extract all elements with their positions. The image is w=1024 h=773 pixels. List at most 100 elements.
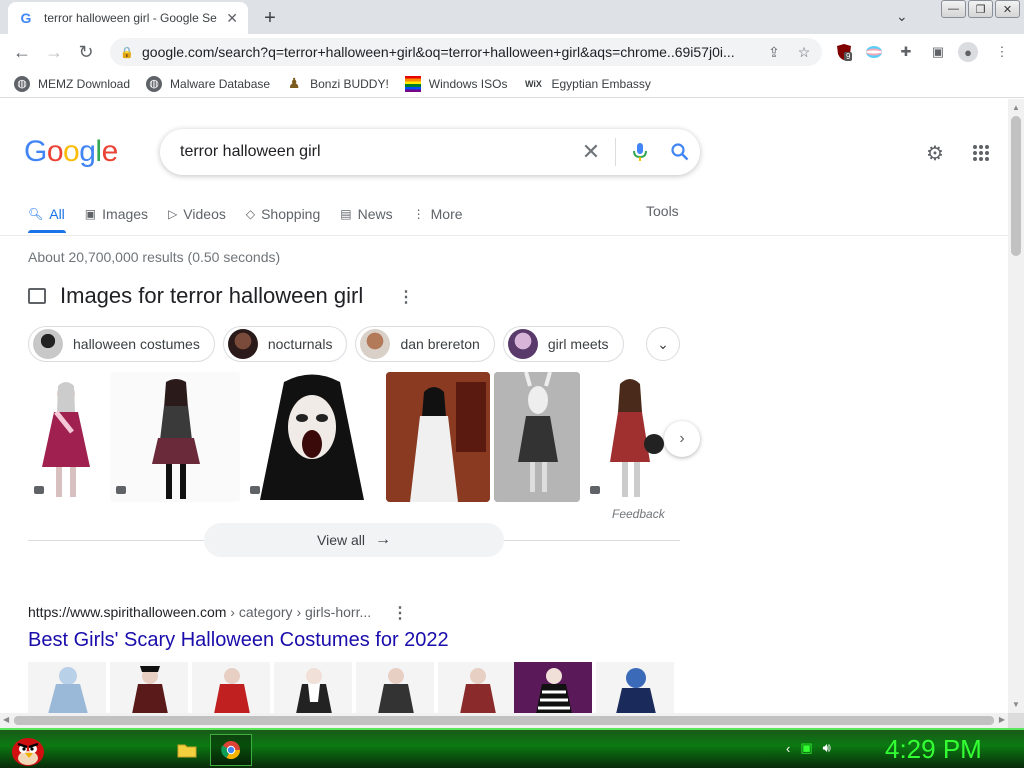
tab-images[interactable]: ▣ Images <box>85 203 148 225</box>
close-tab-icon[interactable]: ✕ <box>226 10 238 27</box>
result-image[interactable] <box>274 662 352 713</box>
result-image[interactable] <box>192 662 270 713</box>
microphone-icon[interactable] <box>620 132 660 172</box>
search-input[interactable]: terror halloween girl <box>180 143 571 161</box>
minimize-button[interactable]: — <box>941 0 966 18</box>
result-title-link[interactable]: Best Girls' Scary Halloween Costumes for… <box>28 629 449 652</box>
search-icon[interactable] <box>660 132 700 172</box>
horizontal-scrollbar[interactable]: ◀ ▶ <box>0 713 1008 728</box>
image-icon: ▣ <box>84 207 97 221</box>
share-icon[interactable]: ⇪ <box>762 44 786 61</box>
chip-girl-meets[interactable]: girl meets <box>502 326 624 362</box>
taskbar-clock[interactable]: 4:29 PM <box>885 734 982 765</box>
bookmark-windows-isos[interactable]: Windows ISOs <box>404 75 508 92</box>
result-options-icon[interactable]: ⋮ <box>392 603 408 623</box>
chip-nocturnals[interactable]: nocturnals <box>222 326 348 362</box>
menu-kebab-icon[interactable]: ⋮ <box>992 42 1012 62</box>
image-icon <box>28 288 46 304</box>
image-result[interactable] <box>28 372 106 502</box>
ublock-extension-icon[interactable]: 9 <box>834 42 854 62</box>
taskbar: ‹ ▣ 🔊︎ 4:29 PM <box>0 728 1024 768</box>
tab-more[interactable]: ⋮ More <box>413 203 463 225</box>
result-image[interactable] <box>28 662 106 713</box>
show-hidden-icons-chevron[interactable]: ‹ <box>786 741 790 756</box>
bookmark-memz[interactable]: ◍ MEMZ Download <box>14 75 130 92</box>
result-image[interactable] <box>356 662 434 713</box>
window-controls: — ❐ ✕ <box>939 0 1020 18</box>
tag-icon: ◇ <box>245 207 256 221</box>
address-bar[interactable]: 🔒 google.com/search?q=terror+halloween+g… <box>110 38 822 66</box>
scroll-down-icon[interactable]: ▼ <box>1012 700 1020 709</box>
bookmark-label: Bonzi BUDDY! <box>310 76 389 91</box>
side-panel-icon[interactable]: ▣ <box>928 42 948 62</box>
carousel-next-icon[interactable]: › <box>664 421 700 457</box>
browser-tab[interactable]: G terror halloween girl - Google Se ✕ <box>8 2 248 34</box>
tab-all[interactable]: 🔍︎ All <box>28 203 65 225</box>
scroll-right-icon[interactable]: ▶ <box>999 715 1005 724</box>
image-result[interactable] <box>494 372 580 502</box>
maximize-button[interactable]: ❐ <box>968 0 993 18</box>
divider <box>0 235 1008 236</box>
result-image[interactable] <box>514 662 592 713</box>
result-image[interactable] <box>596 662 674 713</box>
bookmark-malware-db[interactable]: ◍ Malware Database <box>146 75 271 92</box>
wix-icon: WiX <box>525 78 542 89</box>
bookmark-label: Malware Database <box>170 76 271 91</box>
volume-icon[interactable]: 🔊︎ <box>823 740 831 756</box>
result-image[interactable] <box>438 662 516 713</box>
tab-videos[interactable]: ▷ Videos <box>168 203 226 225</box>
view-all-button[interactable]: View all → <box>204 523 504 557</box>
image-result[interactable] <box>386 372 490 502</box>
google-logo[interactable]: Google <box>24 135 118 169</box>
more-options-icon[interactable]: ⋮ <box>398 287 414 307</box>
image-result[interactable] <box>244 372 380 502</box>
flag-extension-icon[interactable] <box>864 42 884 62</box>
reload-icon[interactable]: ↻ <box>74 40 98 64</box>
close-window-button[interactable]: ✕ <box>995 0 1020 18</box>
bookmark-egyptian-embassy[interactable]: WiX Egyptian Embassy <box>523 76 651 92</box>
extensions-puzzle-icon[interactable]: ✚ <box>896 42 916 62</box>
bookmark-label: Egyptian Embassy <box>551 76 651 91</box>
vertical-scrollbar[interactable]: ▲ ▼ <box>1008 99 1024 713</box>
network-icon[interactable]: ▣ <box>800 740 812 756</box>
forward-icon[interactable]: → <box>42 40 66 64</box>
result-image-strip <box>28 662 674 713</box>
search-box[interactable]: terror halloween girl ✕ <box>160 129 700 175</box>
browser-toolbar: ← → ↻ 🔒 google.com/search?q=terror+hallo… <box>0 34 1024 70</box>
back-icon[interactable]: ← <box>10 40 34 64</box>
clear-icon[interactable]: ✕ <box>571 132 611 172</box>
chrome-taskbar-icon[interactable] <box>210 734 252 766</box>
google-favicon-icon: G <box>20 10 32 26</box>
result-stats: About 20,700,000 results (0.50 seconds) <box>28 249 281 265</box>
arrow-right-icon: → <box>375 531 391 548</box>
new-tab-button[interactable]: + <box>258 6 282 30</box>
bookmark-star-icon[interactable]: ☆ <box>792 44 816 61</box>
scroll-left-icon[interactable]: ◀ <box>3 715 9 724</box>
scroll-thumb[interactable] <box>14 716 994 725</box>
file-explorer-icon[interactable] <box>166 734 208 766</box>
video-icon: ▷ <box>168 207 178 221</box>
chip-dan-brereton[interactable]: dan brereton <box>355 326 495 362</box>
images-section-title: Images for terror halloween girl <box>28 283 363 309</box>
tools-button[interactable]: Tools <box>646 203 679 219</box>
result-cite[interactable]: https://www.spirithalloween.com › catego… <box>28 604 371 620</box>
scroll-up-icon[interactable]: ▲ <box>1012 103 1020 112</box>
tab-shopping[interactable]: ◇ Shopping <box>246 203 320 225</box>
chips-next-chevron-icon[interactable]: ⌄ <box>646 327 680 361</box>
settings-gear-icon[interactable]: ⚙ <box>921 139 949 167</box>
start-button-angry-bird-icon[interactable] <box>8 732 48 768</box>
scroll-thumb[interactable] <box>1011 116 1021 256</box>
lock-icon[interactable]: 🔒 <box>120 46 134 59</box>
bookmark-bonzi[interactable]: ♟ Bonzi BUDDY! <box>286 75 389 92</box>
bookmark-label: Windows ISOs <box>428 76 508 91</box>
result-image[interactable] <box>110 662 188 713</box>
search-tabs: 🔍︎ All ▣ Images ▷ Videos ◇ Shopping ▤ News ⋮ M… <box>28 203 483 233</box>
chip-halloween-costumes[interactable]: halloween costumes <box>28 326 215 362</box>
url-text[interactable]: google.com/search?q=terror+halloween+gir… <box>142 44 762 60</box>
profile-avatar-icon[interactable]: ● <box>958 42 978 62</box>
tab-news[interactable]: ▤ News <box>340 203 392 225</box>
apps-grid-icon[interactable] <box>967 139 995 167</box>
tab-search-chevron-icon[interactable]: ⌄ <box>896 8 908 25</box>
image-result[interactable] <box>110 372 240 502</box>
feedback-link[interactable]: Feedback <box>612 507 665 521</box>
